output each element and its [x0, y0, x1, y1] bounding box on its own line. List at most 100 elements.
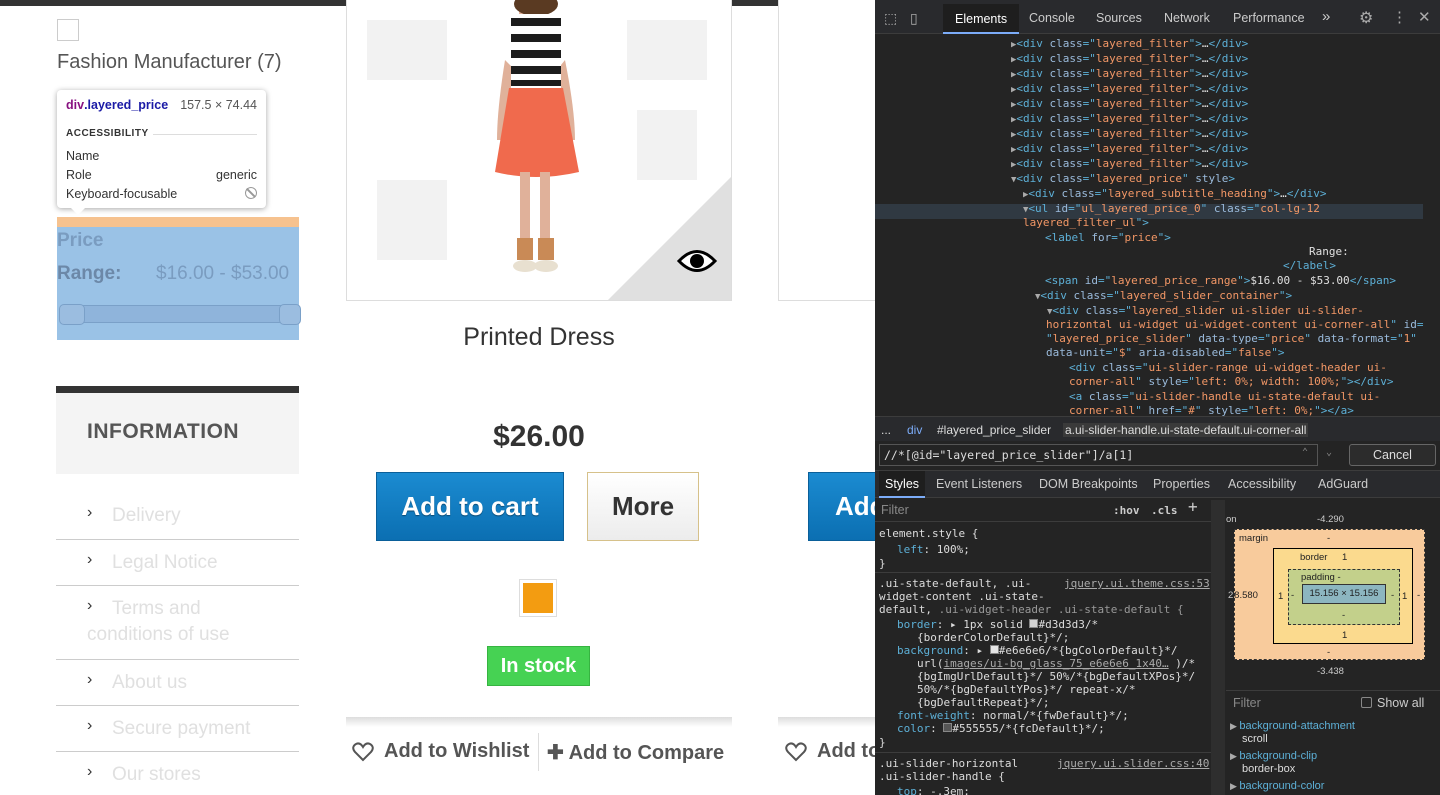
css-decl[interactable]: color: #555555/*{fcDefault}*/;: [897, 722, 1105, 735]
cls-button[interactable]: .cls: [1151, 504, 1178, 517]
manufacturer-checkbox[interactable]: [57, 19, 79, 41]
tab-console[interactable]: Console: [1029, 11, 1075, 25]
computed-filter: Filter Show all: [1226, 690, 1440, 715]
css-rule: }: [879, 557, 886, 570]
box-model-diagram: on -4.290 2 -3.438 margin - -8.580 - - b…: [1226, 498, 1440, 688]
price-slider-max-handle[interactable]: [279, 304, 301, 325]
styles-filter-input[interactable]: Filter: [881, 504, 909, 517]
css-source-link[interactable]: jquery.ui.slider.css:40: [1057, 757, 1209, 770]
position-label: on: [1226, 514, 1237, 525]
info-item-delivery[interactable]: › Delivery: [56, 502, 299, 540]
dom-node[interactable]: <div class="ui-slider-range ui-widget-he…: [1069, 360, 1387, 375]
computed-prop[interactable]: ▶ background-color: [1230, 780, 1324, 793]
css-source-link[interactable]: jquery.ui.theme.css:53: [1064, 577, 1210, 590]
css-decl[interactable]: background: ▸ #e6e6e6/*{bgColorDefault}*…: [897, 644, 1178, 657]
price-slider-min-handle[interactable]: [59, 304, 85, 325]
info-item-terms[interactable]: › Terms and conditions of use: [56, 595, 299, 660]
box-margin[interactable]: margin - -8.580 - - border 1 1 1 1 paddi…: [1231, 529, 1425, 660]
border-right-value: 1: [1402, 591, 1408, 602]
range-label: Range:: [57, 263, 122, 284]
color-swatch[interactable]: [519, 579, 557, 617]
eye-icon[interactable]: [677, 248, 717, 274]
computed-prop[interactable]: ▶ background-attachment: [1230, 720, 1355, 733]
dom-node-cont: data-unit="$" aria-disabled="false">: [1046, 346, 1285, 359]
breadcrumb-div[interactable]: div: [907, 423, 922, 437]
close-icon[interactable]: ✕: [1418, 8, 1431, 26]
dom-node[interactable]: <span id="layered_price_range">$16.00 - …: [1045, 273, 1396, 288]
tab-elements[interactable]: Elements: [943, 4, 1020, 34]
more-tabs-button[interactable]: »: [1322, 8, 1330, 25]
cancel-search-button[interactable]: Cancel: [1349, 444, 1436, 466]
css-decl[interactable]: font-weight: normal/*{fwDefault}*/;: [897, 709, 1129, 722]
computed-prop[interactable]: ▶ background-clip: [1230, 750, 1317, 763]
breadcrumb-ellipsis[interactable]: ...: [881, 423, 891, 437]
tooltip-role-row: Role generic: [66, 168, 257, 182]
breadcrumb-handle[interactable]: a.ui-slider-handle.ui-state-default.ui-c…: [1063, 423, 1309, 437]
css-decl-cont: {bgImgUrlDefault}*/ 50%/*{bgDefaultXPos}…: [917, 670, 1196, 683]
dom-node[interactable]: <a class="ui-slider-handle ui-state-defa…: [1069, 389, 1380, 404]
product2-add-to-cart-button[interactable]: Add: [808, 472, 875, 541]
box-border[interactable]: border 1 1 1 1 padding - - - - 15.156 × …: [1273, 548, 1413, 644]
box-padding[interactable]: padding - - - - 15.156 × 15.156: [1288, 569, 1400, 625]
dom-text: Range:: [1309, 245, 1349, 258]
box-content[interactable]: 15.156 × 15.156: [1302, 584, 1386, 604]
show-all-checkbox[interactable]: [1361, 697, 1372, 708]
css-selector: .ui-slider-handle {: [879, 770, 1005, 783]
css-decl[interactable]: border: ▸ 1px solid #d3d3d3/*: [897, 618, 1098, 631]
inspect-element-icon[interactable]: ⬚: [884, 10, 897, 27]
search-input[interactable]: //*[@id="layered_price_slider"]/a[1]: [879, 444, 1318, 466]
padding-left-value: -: [1291, 590, 1295, 601]
css-decl[interactable]: top: -.3em;: [897, 785, 970, 795]
padding-bottom-value: -: [1342, 610, 1346, 621]
price-slider-track[interactable]: [66, 305, 286, 323]
link-separator: [538, 733, 539, 771]
info-item-legal[interactable]: › Legal Notice: [56, 549, 299, 586]
gear-icon[interactable]: ⚙: [1359, 8, 1373, 28]
tab-styles[interactable]: Styles: [879, 471, 926, 498]
styles-scrollbar[interactable]: [1211, 500, 1225, 795]
breadcrumb-slider[interactable]: #layered_price_slider: [937, 423, 1051, 437]
add-to-compare-link[interactable]: ✚ Add to Compare: [547, 740, 724, 765]
tab-performance[interactable]: Performance: [1233, 11, 1305, 25]
info-item-stores[interactable]: › Our stores: [56, 761, 299, 795]
tab-network[interactable]: Network: [1164, 11, 1210, 25]
add-rule-icon[interactable]: +: [1188, 499, 1198, 515]
styles-tabbar: Styles Event Listeners DOM Breakpoints P…: [875, 470, 1440, 498]
product2-image-frame[interactable]: [778, 0, 875, 301]
product2-wishlist-link[interactable]: Add to: [785, 740, 875, 763]
swatch-fill: [523, 583, 553, 613]
info-item-secure[interactable]: › Secure payment: [56, 715, 299, 752]
search-down-icon[interactable]: ⌄: [1326, 447, 1332, 458]
product-image-frame[interactable]: [346, 0, 732, 301]
border-label: border: [1300, 552, 1328, 563]
webpage: Fashion Manufacturer (7) Price Range: $1…: [0, 0, 875, 795]
dom-node[interactable]: <label for="price">: [1045, 230, 1171, 245]
more-button[interactable]: More: [587, 472, 699, 541]
chevron-right-icon: ›: [87, 597, 93, 614]
search-up-icon[interactable]: ⌃: [1302, 447, 1308, 458]
tab-dom-breakpoints[interactable]: DOM Breakpoints: [1039, 477, 1138, 491]
tab-event-listeners[interactable]: Event Listeners: [936, 477, 1022, 491]
css-decl-cont: url(images/ui-bg_glass_75_e6e6e6_1x40… )…: [917, 657, 1196, 670]
more-options-icon[interactable]: ⋮: [1392, 8, 1407, 26]
product-footer-bar: [346, 717, 732, 727]
dom-node-cont: corner-all" href="#" style="left: 0%;"><…: [1069, 404, 1354, 416]
add-to-wishlist-link[interactable]: Add to Wishlist: [352, 740, 529, 763]
add-to-cart-button[interactable]: Add to cart: [376, 472, 564, 541]
hov-button[interactable]: :hov: [1113, 504, 1140, 517]
elements-tree[interactable]: ▶<div class="layered_filter">…</div> ▶<d…: [875, 34, 1440, 416]
tab-adguard[interactable]: AdGuard: [1318, 477, 1368, 491]
chevron-right-icon: ›: [87, 717, 93, 734]
quick-view-corner[interactable]: [608, 177, 731, 300]
product-name[interactable]: Printed Dress: [346, 323, 732, 352]
info-item-about[interactable]: › About us: [56, 669, 299, 706]
css-decl[interactable]: left: 100%;: [897, 543, 970, 556]
computed-styles-list: ▶ background-attachment scroll ▶ backgro…: [1226, 715, 1440, 795]
computed-filter-input[interactable]: Filter: [1233, 696, 1261, 710]
heart-icon: [352, 741, 374, 761]
tab-sources[interactable]: Sources: [1096, 11, 1142, 25]
manufacturer-filter-label[interactable]: Fashion Manufacturer (7): [57, 51, 282, 74]
tab-properties[interactable]: Properties: [1153, 477, 1210, 491]
tab-accessibility[interactable]: Accessibility: [1228, 477, 1296, 491]
device-toolbar-icon[interactable]: ▯: [910, 10, 918, 27]
